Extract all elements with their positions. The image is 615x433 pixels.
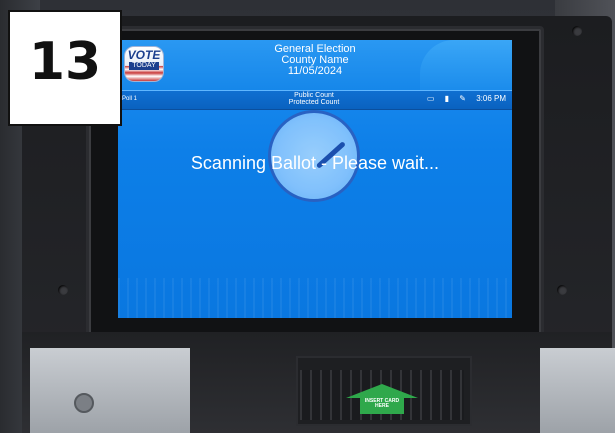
protected-count-label: Protected Count — [288, 99, 340, 106]
step-badge: 13 — [8, 10, 122, 126]
left-panel — [30, 348, 190, 433]
status-bar: Poll 1 Public Count Protected Count ▭ ▮ … — [118, 90, 512, 110]
pen-icon: ✎ — [459, 94, 466, 103]
save-icon: ▮ — [444, 94, 450, 103]
poll-label: Poll 1 — [122, 96, 138, 102]
screen-reflection — [118, 278, 512, 318]
up-arrow-icon — [346, 384, 418, 398]
election-title: General Election County Name 11/05/2024 — [208, 44, 422, 77]
touch-screen: VOTE TODAY General Election County Name … — [118, 40, 512, 318]
public-count-label: Public Count — [294, 92, 334, 99]
right-panel — [540, 348, 615, 433]
keyhole-icon — [74, 393, 94, 413]
clock-time: 3:06 PM — [476, 94, 506, 103]
election-date: 11/05/2024 — [287, 65, 343, 77]
logo-text-today: TODAY — [129, 62, 159, 70]
vote-today-logo: VOTE TODAY — [124, 46, 164, 82]
scanning-message: Scanning Ballot - Please wait... — [190, 153, 440, 173]
count-labels: Public Count Protected Count — [234, 92, 394, 106]
logo-text-vote: VOTE — [127, 48, 161, 62]
election-header: VOTE TODAY General Election County Name … — [118, 40, 512, 90]
photo-scene: VOTE TODAY General Election County Name … — [0, 0, 615, 433]
screw-icon — [572, 26, 582, 36]
document-icon: ▭ — [426, 94, 435, 103]
insert-card-sticker: INSERT CARD HERE — [346, 384, 418, 414]
screw-icon — [557, 285, 567, 295]
header-tab — [420, 40, 512, 90]
status-icons: ▭ ▮ ✎ 3:06 PM — [419, 94, 506, 103]
step-number: 13 — [28, 32, 102, 92]
insert-card-label: INSERT CARD HERE — [360, 398, 404, 414]
screw-icon — [58, 285, 68, 295]
